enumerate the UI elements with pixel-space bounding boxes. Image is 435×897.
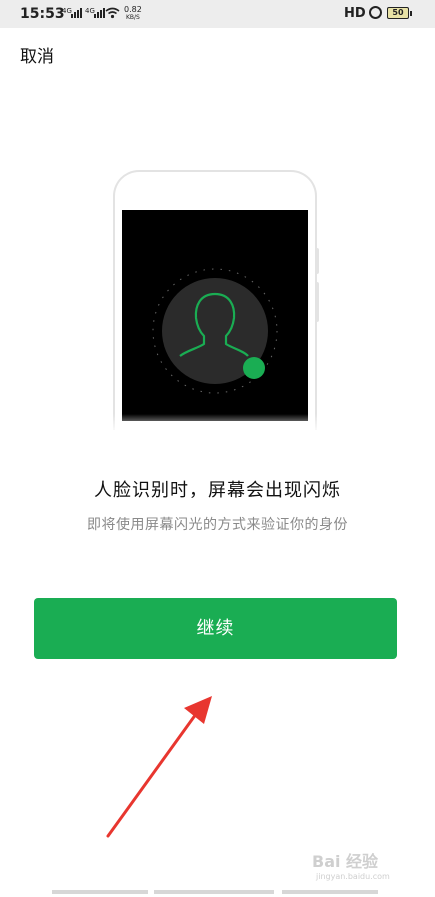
alarm-icon — [369, 6, 382, 19]
watermark-url: jingyan.baidu.com — [316, 872, 390, 881]
battery-icon: 50 — [387, 7, 412, 19]
nav-indicator — [154, 890, 274, 894]
page-title: 人脸识别时，屏幕会出现闪烁 — [94, 480, 341, 501]
watermark: Bai 经验 jingyan.baidu.com — [312, 848, 390, 881]
speed-value: 0.82 — [124, 5, 142, 14]
nav-indicator — [52, 890, 148, 894]
signal-icon — [94, 8, 105, 18]
hd-indicator: HD — [344, 6, 366, 21]
page-subtitle: 即将使用屏幕闪光的方式来验证你的身份 — [87, 517, 348, 533]
phone-side-button — [315, 248, 319, 274]
status-time: 15:53 — [20, 6, 65, 22]
cancel-button[interactable]: 取消 — [20, 42, 54, 67]
phone-side-button — [315, 282, 319, 322]
watermark-brand: Bai 经验 — [312, 852, 379, 871]
face-scan-icon — [152, 268, 278, 394]
network-speed: 0.82 KB/S — [124, 6, 142, 22]
status-bar: 15:53 4G 4G 0.82 KB/S HD 50 — [0, 0, 435, 28]
nav-indicator — [282, 890, 378, 894]
annotation-arrow-icon — [106, 696, 212, 838]
speed-unit: KB/S — [125, 14, 140, 21]
phone-fade — [108, 414, 324, 434]
signal-icon — [71, 8, 82, 18]
wifi-icon — [105, 7, 120, 19]
continue-button[interactable]: 继续 — [34, 598, 397, 659]
